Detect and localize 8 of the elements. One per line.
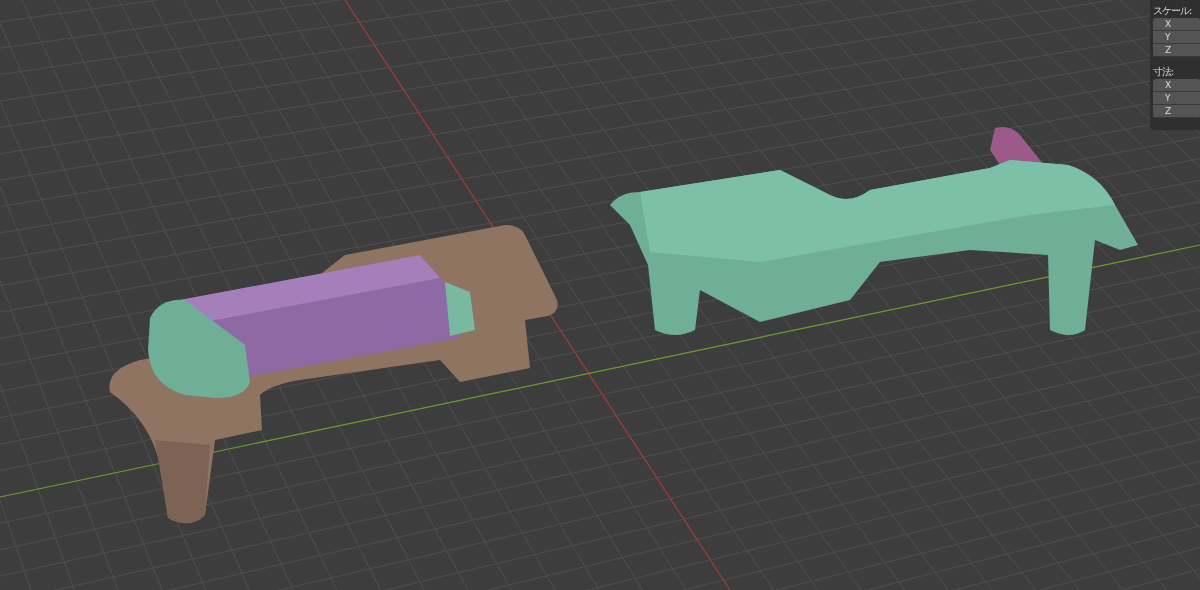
axis-field[interactable]: Z [1153,105,1200,118]
section-label: 寸法: [1153,65,1175,79]
axis-field[interactable]: Y [1153,31,1200,44]
axis-field[interactable]: Y [1153,92,1200,105]
axis-field[interactable]: X [1153,18,1200,31]
axis-field[interactable]: Z [1153,44,1200,57]
section-label: スケール: [1153,4,1193,18]
axis-field[interactable]: X [1153,79,1200,92]
